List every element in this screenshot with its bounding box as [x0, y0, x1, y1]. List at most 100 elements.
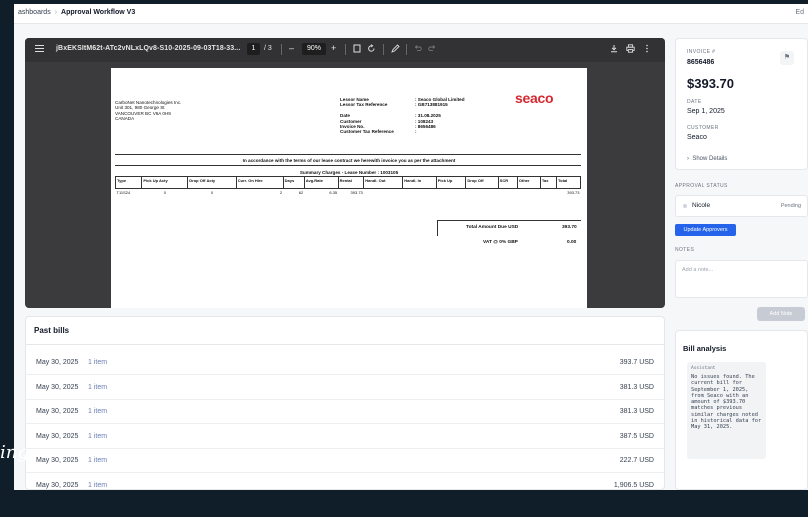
col-header: Days — [282, 176, 305, 189]
toolbar-divider — [345, 44, 346, 55]
customer-name: Seaco — [687, 134, 707, 141]
summary-data-row: T11S24 0 0 2 62 6.35 393.73 393.73 — [116, 189, 581, 197]
right-panel: INVOICE # 8656486 ⚑ $393.70 DATE Sep 1, … — [675, 38, 808, 490]
pdf-file-name: jBxEKSItM62t-ATc2vNLxLQv8-S10-2025-09-03… — [56, 45, 241, 52]
bill-row[interactable]: May 30, 2025 1 item 387.5 USD — [26, 424, 664, 449]
annotate-icon[interactable] — [391, 44, 400, 55]
sender-address: CarboNet Nanotechnologies Inc. Unit 301,… — [115, 100, 181, 122]
show-details-button[interactable]: › Show Details — [687, 156, 727, 162]
total-value: 393.70 — [562, 225, 577, 230]
col-header: Drop Off — [465, 176, 499, 189]
invoice-number: 8656486 — [687, 59, 715, 66]
fit-page-icon[interactable] — [353, 44, 361, 55]
bill-analysis-card: Bill analysis Assistant No issues found.… — [675, 330, 808, 490]
bill-item-count[interactable]: 1 item — [88, 482, 107, 489]
zoom-in-button[interactable]: + — [331, 43, 336, 53]
notes-placeholder: Add a note... — [682, 267, 714, 273]
approval-status-label: APPROVAL STATUS — [675, 183, 728, 189]
flag-icon[interactable]: ⚑ — [780, 51, 794, 65]
notes-input[interactable]: Add a note... — [675, 260, 808, 298]
bill-row[interactable]: May 30, 2025 1 item 381.3 USD — [26, 375, 664, 400]
cell: 0 — [210, 190, 214, 196]
bill-amount: 1,906.5 USD — [613, 482, 654, 489]
cell: 2 — [279, 190, 283, 196]
more-options-icon[interactable] — [645, 44, 649, 55]
invoice-summary-card: INVOICE # 8656486 ⚑ $393.70 DATE Sep 1, … — [675, 38, 808, 170]
vat-label: VAT @ 0% GBP — [483, 240, 518, 245]
bill-item-count[interactable]: 1 item — [88, 457, 107, 464]
invoice-page: CarboNet Nanotechnologies Inc. Unit 301,… — [111, 68, 587, 308]
message-text: No issues found. The current bill for Se… — [691, 374, 762, 431]
download-icon[interactable] — [610, 44, 618, 55]
customer-tax-value: : — [415, 129, 417, 135]
summary-table: Type Pick Up Acty Drop Off Acty Curr. On… — [114, 176, 581, 197]
bill-row[interactable]: May 30, 2025 1 item 222.7 USD — [26, 448, 664, 473]
bill-amount: 387.5 USD — [619, 433, 654, 440]
chevron-right-icon: › — [687, 156, 689, 162]
breadcrumb: ashboards › Approval Workflow V3 — [18, 9, 135, 16]
col-header: Type — [114, 176, 143, 189]
seaco-logo: seaco — [515, 90, 554, 106]
date-label: DATE — [687, 99, 702, 105]
cell — [540, 189, 556, 197]
breadcrumb-dashboards[interactable]: ashboards — [18, 9, 51, 16]
update-approvers-button[interactable]: Update Approvers — [675, 224, 736, 236]
assistant-message: Assistant No issues found. The current b… — [687, 362, 766, 459]
approver-name: Nicole — [692, 202, 711, 209]
redo-icon[interactable] — [428, 44, 436, 54]
divider — [115, 154, 581, 155]
rotate-icon[interactable] — [367, 44, 376, 55]
invoice-date: Sep 1, 2025 — [687, 108, 725, 115]
cell — [436, 189, 466, 197]
past-bills-header: Past bills — [26, 317, 664, 345]
bill-row[interactable]: May 30, 2025 1 item 1,906.5 USD — [26, 473, 664, 489]
col-header: Drop Off Acty — [187, 176, 237, 189]
bill-row[interactable]: May 30, 2025 1 item 393.7 USD — [26, 350, 664, 375]
invoice-number-label: INVOICE # — [687, 49, 716, 55]
edit-button[interactable]: Ed — [795, 9, 804, 16]
col-header: SCR — [497, 176, 518, 189]
col-header: Curr. On Hire — [235, 176, 284, 189]
app-window: ashboards › Approval Workflow V3 Ed jBxEKS… — [14, 4, 808, 490]
customer-tax-label: Customer Tax Reference — [340, 129, 394, 135]
breadcrumb-separator: › — [54, 9, 58, 16]
divider — [115, 165, 581, 166]
bill-date: May 30, 2025 — [36, 482, 79, 489]
bill-item-count[interactable]: 1 item — [88, 433, 107, 440]
cell: 393.73 — [350, 190, 363, 196]
undo-icon[interactable] — [414, 44, 422, 54]
col-header: Handl. Out — [363, 176, 404, 189]
col-header: Pick Up Acty — [141, 176, 189, 189]
toolbar-divider — [383, 44, 384, 55]
vat-value: 0.00 — [567, 240, 577, 245]
cell: 6.35 — [329, 190, 338, 196]
zoom-level[interactable]: 90% — [302, 43, 326, 55]
cell — [517, 189, 540, 197]
add-note-button[interactable]: Add Note — [757, 307, 805, 321]
show-details-label: Show Details — [692, 156, 728, 162]
bill-item-count[interactable]: 1 item — [88, 408, 107, 415]
bill-amount: 381.3 USD — [619, 408, 654, 415]
menu-icon[interactable] — [35, 45, 44, 52]
col-header: Other — [516, 176, 541, 189]
summary-header-row: Type Pick Up Acty Drop Off Acty Curr. On… — [114, 176, 581, 189]
bill-item-count[interactable]: 1 item — [88, 384, 107, 391]
col-header: Tax — [539, 176, 558, 189]
bill-date: May 30, 2025 — [36, 408, 79, 415]
past-bills-title: Past bills — [34, 326, 70, 335]
cell — [364, 189, 403, 197]
page-total: / 3 — [264, 45, 272, 52]
past-bills-panel: Past bills May 30, 2025 1 item 393.7 USD… — [25, 316, 665, 490]
bill-amount: 222.7 USD — [619, 457, 654, 464]
bill-row[interactable]: May 30, 2025 1 item 381.3 USD — [26, 399, 664, 424]
col-header: Avg.Rate — [303, 176, 339, 189]
invoice-field-labels: Lessor Name Lessor Tax Reference Date Cu… — [340, 97, 394, 135]
col-header: Handl. In — [402, 176, 437, 189]
zoom-out-button[interactable]: – — [289, 43, 294, 53]
page-number-input[interactable]: 1 — [247, 43, 260, 55]
bill-amount: 393.7 USD — [619, 359, 654, 366]
cell — [498, 189, 517, 197]
bill-item-count[interactable]: 1 item — [88, 359, 107, 366]
cell: 393.73 — [567, 190, 580, 196]
print-icon[interactable] — [626, 44, 635, 55]
